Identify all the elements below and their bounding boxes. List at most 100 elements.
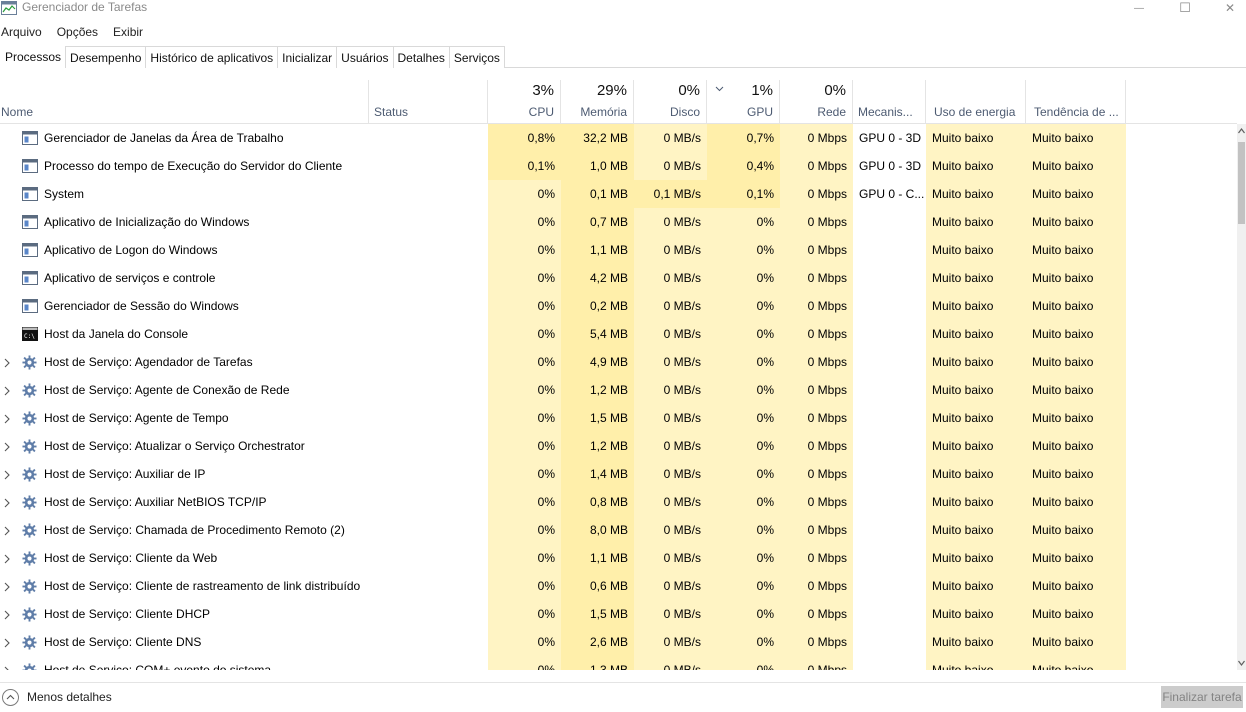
- column-header-name[interactable]: Nome: [0, 80, 369, 123]
- process-row[interactable]: Host de Serviço: Auxiliar NetBIOS TCP/IP…: [0, 488, 1237, 516]
- minimize-button[interactable]: —: [1116, 0, 1162, 16]
- column-header-disk[interactable]: 0% Disco: [634, 80, 707, 123]
- cell-cpu: 0%: [488, 516, 561, 544]
- column-header-status[interactable]: Status: [369, 80, 488, 123]
- chevron-right-icon[interactable]: [3, 497, 11, 508]
- process-row[interactable]: Host de Serviço: Agendador de Tarefas 0% 4…: [0, 348, 1237, 376]
- process-name: Aplicativo de Logon do Windows: [44, 243, 218, 257]
- chevron-right-icon[interactable]: [3, 609, 11, 620]
- column-header-memory[interactable]: 29% Memória: [561, 80, 634, 123]
- column-header-gpu[interactable]: 1% GPU: [707, 80, 780, 123]
- process-row[interactable]: Host de Serviço: Agente de Conexão de Re…: [0, 376, 1237, 404]
- cell-engine: [853, 404, 926, 432]
- cell-engine: [853, 488, 926, 516]
- cell-net: 0 Mbps: [780, 348, 853, 376]
- cell-disk: 0 MB/s: [634, 572, 707, 600]
- process-row[interactable]: Host de Serviço: COM+ evento do sistema 0…: [0, 656, 1237, 670]
- cell-gpu: 0,4%: [707, 152, 780, 180]
- process-table: Nome Status 3% CPU 29% Memória 0% Disco …: [0, 80, 1237, 670]
- chevron-right-icon[interactable]: [3, 525, 11, 536]
- tab-processos[interactable]: Processos: [0, 45, 67, 69]
- cell-power: Muito baixo: [926, 180, 1026, 208]
- cell-cpu: 0%: [488, 656, 561, 670]
- cell-mem: 0,6 MB: [561, 572, 634, 600]
- cell-trend: Muito baixo: [1026, 208, 1126, 236]
- chevron-right-icon[interactable]: [3, 385, 11, 396]
- process-row[interactable]: Host de Serviço: Agente de Tempo 0% 1,5 MB…: [0, 404, 1237, 432]
- chevron-right-icon[interactable]: [3, 553, 11, 564]
- cell-trend: Muito baixo: [1026, 628, 1126, 656]
- column-label-name: Nome: [1, 105, 34, 119]
- maximize-button[interactable]: ☐: [1162, 0, 1208, 16]
- cell-gpu: 0%: [707, 600, 780, 628]
- cell-gpu: 0%: [707, 320, 780, 348]
- tab-servicos[interactable]: Serviços: [448, 46, 505, 68]
- chevron-right-icon[interactable]: [3, 413, 11, 424]
- process-row[interactable]: Host de Serviço: Cliente de rastreamento…: [0, 572, 1237, 600]
- cell-net: 0 Mbps: [780, 404, 853, 432]
- cell-mem: 0,8 MB: [561, 488, 634, 516]
- cell-engine: [853, 208, 926, 236]
- scroll-thumb[interactable]: [1238, 142, 1245, 224]
- chevron-right-icon[interactable]: [3, 581, 11, 592]
- cell-cpu: 0%: [488, 320, 561, 348]
- cell-net: 0 Mbps: [780, 264, 853, 292]
- column-header-network[interactable]: 0% Rede: [780, 80, 853, 123]
- cpu-total: 3%: [532, 82, 554, 99]
- menu-opcoes[interactable]: Opções: [56, 22, 98, 42]
- cell-cpu: 0%: [488, 376, 561, 404]
- cell-net: 0 Mbps: [780, 124, 853, 152]
- cell-engine: [853, 264, 926, 292]
- title-bar: Gerenciador de Tarefas — ☐ ✕: [0, 0, 1246, 20]
- process-row[interactable]: System 0% 0,1 MB 0,1 MB/s 0,1% 0 Mbps GPU 0 - …: [0, 180, 1237, 208]
- less-details-button[interactable]: Menos detalhes: [2, 687, 112, 707]
- chevron-right-icon[interactable]: [3, 441, 11, 452]
- cell-power: Muito baixo: [926, 152, 1026, 180]
- cell-cpu: 0%: [488, 236, 561, 264]
- process-row[interactable]: Gerenciador de Janelas da Área de Trabal…: [0, 124, 1237, 152]
- column-header-power-usage[interactable]: Uso de energia: [926, 80, 1026, 123]
- task-manager-icon: [1, 1, 17, 15]
- process-row[interactable]: Host de Serviço: Atualizar o Serviço Orc…: [0, 432, 1237, 460]
- column-label-network: Rede: [817, 105, 846, 119]
- column-header-power-trend[interactable]: Tendência de ...: [1026, 80, 1126, 123]
- process-row[interactable]: Gerenciador de Sessão do Windows 0% 0,2 MB…: [0, 292, 1237, 320]
- cell-net: 0 Mbps: [780, 544, 853, 572]
- end-task-button[interactable]: Finalizar tarefa: [1161, 686, 1243, 708]
- cell-trend: Muito baixo: [1026, 180, 1126, 208]
- scroll-down-icon[interactable]: [1237, 658, 1246, 668]
- tab-detalhes[interactable]: Detalhes: [392, 46, 450, 68]
- chevron-right-icon[interactable]: [3, 665, 11, 670]
- process-name: System: [44, 187, 85, 201]
- process-row[interactable]: C:\ Host da Janela do Console 0% 5,4 MB 0 MB…: [0, 320, 1237, 348]
- process-row[interactable]: Aplicativo de Inicialização do Windows 0%…: [0, 208, 1237, 236]
- process-row[interactable]: Host de Serviço: Auxiliar de IP 0% 1,4 MB 0…: [0, 460, 1237, 488]
- process-name: Host de Serviço: Cliente de rastreamento…: [44, 579, 361, 593]
- menu-arquivo[interactable]: Arquivo: [0, 22, 42, 42]
- tab-usuarios[interactable]: Usuários: [336, 46, 394, 68]
- column-header-gpu-engine[interactable]: Mecanis...: [853, 80, 926, 123]
- process-row[interactable]: Aplicativo de Logon do Windows 0% 1,1 MB 0 …: [0, 236, 1237, 264]
- cell-gpu: 0%: [707, 376, 780, 404]
- process-row[interactable]: Host de Serviço: Cliente DHCP 0% 1,5 MB 0 M…: [0, 600, 1237, 628]
- scroll-up-icon[interactable]: [1237, 126, 1246, 136]
- cell-engine: [853, 600, 926, 628]
- tab-inicializar[interactable]: Inicializar: [277, 46, 338, 68]
- menu-exibir[interactable]: Exibir: [112, 22, 143, 42]
- close-button[interactable]: ✕: [1207, 0, 1246, 16]
- gear-icon: [22, 523, 38, 538]
- chevron-right-icon[interactable]: [3, 469, 11, 480]
- tab-desempenho[interactable]: Desempenho: [65, 46, 147, 68]
- process-row[interactable]: Processo do tempo de Execução do Servido…: [0, 152, 1237, 180]
- process-row[interactable]: Host de Serviço: Cliente DNS 0% 2,6 MB 0 MB…: [0, 628, 1237, 656]
- process-row[interactable]: Aplicativo de serviços e controle 0% 4,2 M…: [0, 264, 1237, 292]
- vertical-scrollbar[interactable]: [1237, 124, 1246, 670]
- column-header-cpu[interactable]: 3% CPU: [488, 80, 561, 123]
- process-row[interactable]: Host de Serviço: Chamada de Procedimento…: [0, 516, 1237, 544]
- chevron-right-icon[interactable]: [3, 637, 11, 648]
- process-row[interactable]: Host de Serviço: Cliente da Web 0% 1,1 MB 0…: [0, 544, 1237, 572]
- chevron-right-icon[interactable]: [3, 357, 11, 368]
- cell-net: 0 Mbps: [780, 152, 853, 180]
- tab-historico[interactable]: Histórico de aplicativos: [145, 46, 279, 68]
- cell-mem: 1,5 MB: [561, 404, 634, 432]
